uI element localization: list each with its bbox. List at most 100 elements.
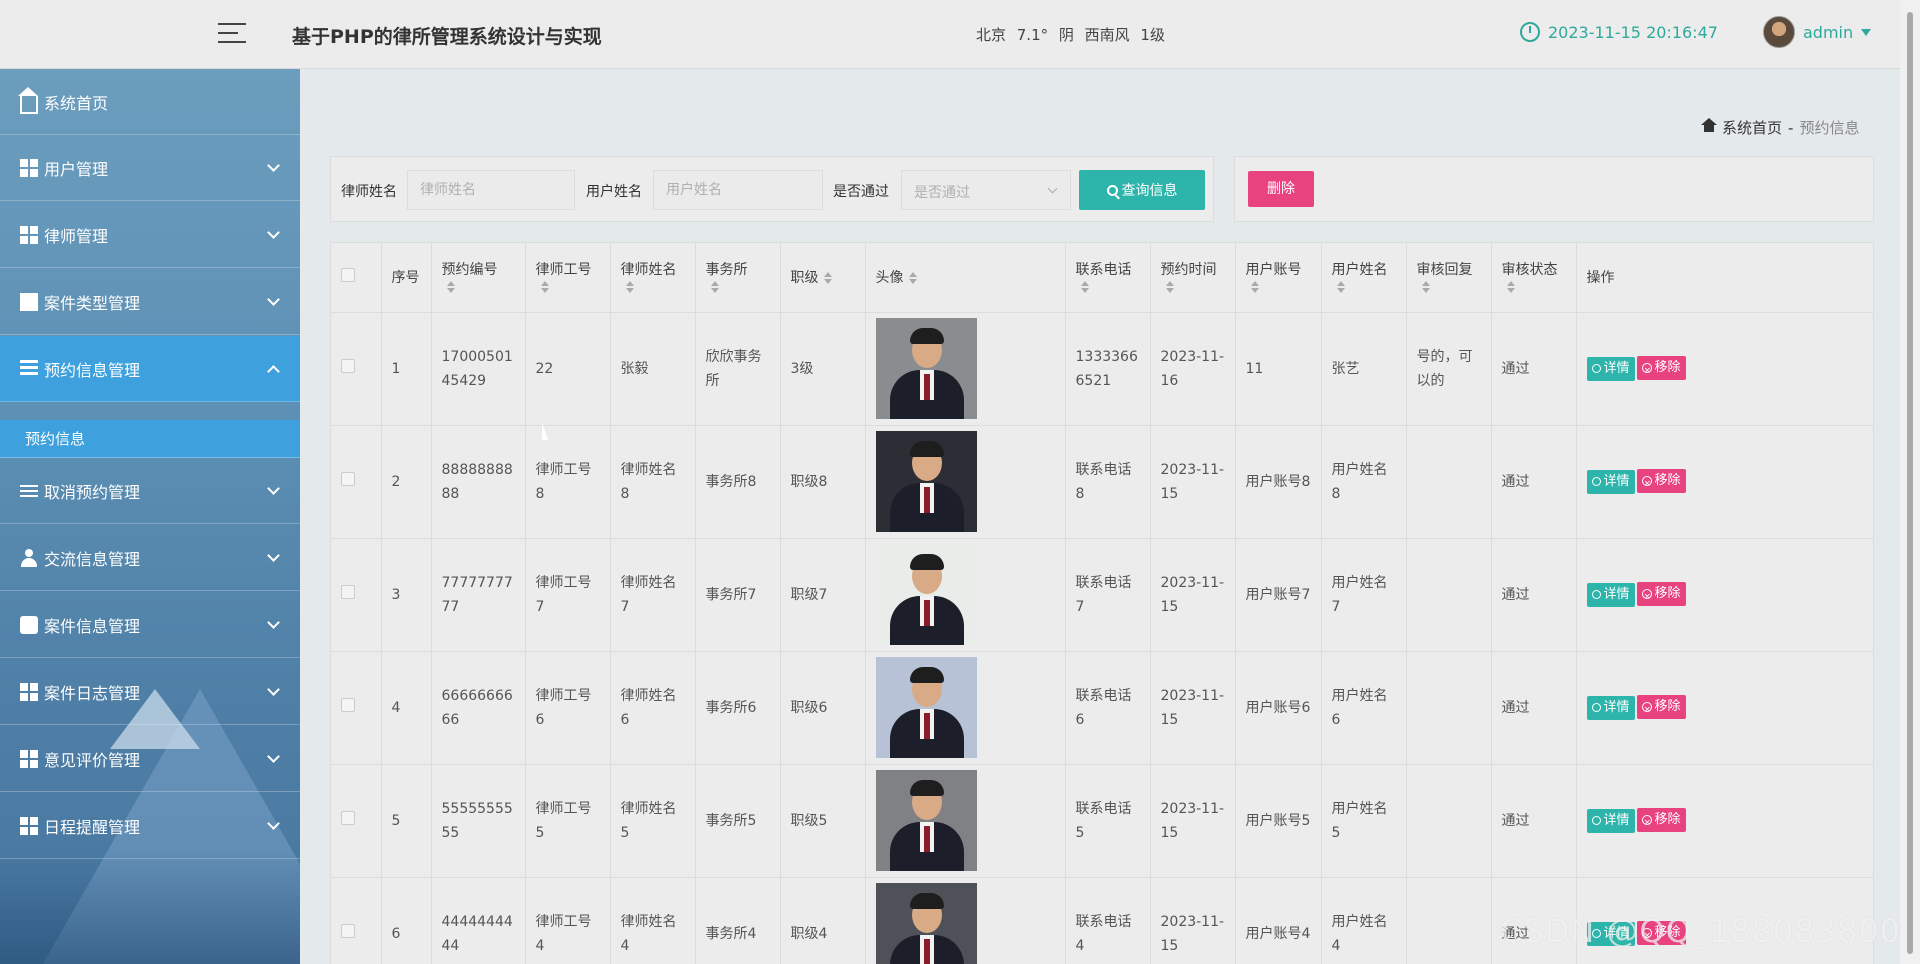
sidebar-item-user-management[interactable]: 用户管理 xyxy=(0,135,300,201)
caret-down-icon xyxy=(1861,28,1872,36)
sidebar-item-cancel-booking-management[interactable]: 取消预约管理 xyxy=(0,458,300,524)
cell-rank: 职级5 xyxy=(780,764,866,878)
cell-photo xyxy=(865,425,1066,539)
page-scrollbar[interactable] xyxy=(1900,0,1920,964)
column-header: 律师工号 xyxy=(525,243,611,313)
grid-icon xyxy=(20,225,38,244)
cell-photo xyxy=(865,312,1066,426)
remove-button-label: 移除 xyxy=(1654,699,1681,714)
grid-icon xyxy=(20,816,38,835)
sidebar-item-lawyer-management[interactable]: 律师管理 xyxy=(0,202,300,268)
sort-icon[interactable] xyxy=(1165,281,1175,294)
sort-icon[interactable] xyxy=(625,281,635,294)
row-checkbox[interactable] xyxy=(341,471,355,486)
sidebar-item-label: 案件日志管理 xyxy=(44,683,141,703)
cell-status: 通过 xyxy=(1491,651,1577,765)
cell-user-name: 用户姓名4 xyxy=(1321,877,1407,964)
column-header: 操作 xyxy=(1576,243,1873,313)
row-checkbox[interactable] xyxy=(341,358,355,373)
row-checkbox[interactable] xyxy=(341,584,355,599)
cell-index: 3 xyxy=(381,538,432,652)
chevron-down-icon xyxy=(267,750,280,763)
sidebar-item-case-type-management[interactable]: 案件类型管理 xyxy=(0,269,300,335)
sidebar-item-booking-management[interactable]: 预约信息管理 xyxy=(0,336,300,402)
cell-firm: 事务所6 xyxy=(695,651,781,765)
cell-user-name: 用户姓名5 xyxy=(1321,764,1407,878)
user-icon xyxy=(20,548,38,567)
user-name-input[interactable] xyxy=(653,170,823,210)
remove-button[interactable]: 移除 xyxy=(1636,356,1686,383)
remove-button[interactable]: 移除 xyxy=(1636,808,1686,835)
search-icon xyxy=(1106,184,1118,196)
column-header: 序号 xyxy=(381,243,432,313)
sort-icon[interactable] xyxy=(1421,281,1431,294)
approved-select-placeholder: 是否通过 xyxy=(914,185,970,201)
menu-toggle-icon[interactable] xyxy=(218,23,246,45)
user-menu[interactable]: admin xyxy=(1763,16,1872,48)
approved-select[interactable]: 是否通过 xyxy=(901,170,1071,210)
column-header: 审核状态 xyxy=(1491,243,1577,313)
sort-icon[interactable] xyxy=(1336,281,1346,294)
sidebar-item-case-log-management[interactable]: 案件日志管理 xyxy=(0,659,300,725)
sidebar-subitem-booking-info[interactable]: 预约信息 xyxy=(0,420,300,458)
cell-actions: 详情 移除 xyxy=(1576,651,1873,765)
sort-icon[interactable] xyxy=(1080,281,1090,294)
detail-button[interactable]: 详情 xyxy=(1586,808,1635,833)
select-all-checkbox[interactable] xyxy=(341,268,355,283)
sort-icon[interactable] xyxy=(1250,281,1260,294)
search-icon xyxy=(1591,477,1601,486)
sort-icon[interactable] xyxy=(823,272,833,285)
sidebar-item-label: 日程提醒管理 xyxy=(44,817,141,837)
delete-button[interactable]: 删除 xyxy=(1248,171,1314,207)
detail-button[interactable]: 详情 xyxy=(1586,582,1635,607)
chat-icon xyxy=(20,615,38,634)
sidebar-item-label: 案件信息管理 xyxy=(44,616,141,636)
cell-index: 1 xyxy=(381,312,432,426)
lawyer-name-input[interactable] xyxy=(407,170,575,210)
mouse-cursor xyxy=(542,422,548,440)
query-button[interactable]: 查询信息 xyxy=(1079,170,1205,210)
select-all-cell xyxy=(331,243,382,313)
detail-button[interactable]: 详情 xyxy=(1586,695,1635,720)
column-header: 预约编号 xyxy=(431,243,526,313)
column-header: 联系电话 xyxy=(1065,243,1151,313)
cell-actions: 详情 移除 xyxy=(1576,538,1873,652)
sidebar-item-feedback-management[interactable]: 意见评价管理 xyxy=(0,726,300,792)
sort-icon[interactable] xyxy=(908,272,918,285)
breadcrumb-home[interactable]: 系统首页 xyxy=(1722,117,1782,138)
cell-lawyer-name: 律师姓名4 xyxy=(610,877,696,964)
remove-button[interactable]: 移除 xyxy=(1636,582,1686,609)
row-select-cell xyxy=(331,312,382,426)
sidebar-item-communication-management[interactable]: 交流信息管理 xyxy=(0,525,300,591)
chevron-down-icon xyxy=(267,226,280,239)
scrollbar-thumb[interactable] xyxy=(1907,12,1913,954)
row-checkbox[interactable] xyxy=(341,697,355,712)
lawyer-name-label: 律师姓名 xyxy=(341,184,397,200)
remove-button[interactable]: 移除 xyxy=(1636,469,1686,496)
row-checkbox[interactable] xyxy=(341,810,355,825)
detail-button[interactable]: 详情 xyxy=(1586,469,1635,494)
table-row: 2 8888888888 律师工号8 律师姓名8 事务所8 职级8 联系电话8 2023-11… xyxy=(331,425,1873,539)
datetime-text: 2023-11-15 20:16:47 xyxy=(1548,22,1718,42)
chevron-down-icon xyxy=(1047,183,1058,194)
chevron-down-icon xyxy=(267,549,280,562)
sidebar-item-schedule-management[interactable]: 日程提醒管理 xyxy=(0,793,300,859)
sidebar-item-home[interactable]: 系统首页 xyxy=(0,69,300,135)
sort-icon[interactable] xyxy=(710,281,720,294)
sidebar-item-case-info-management[interactable]: 案件信息管理 xyxy=(0,592,300,658)
cell-phone: 联系电话6 xyxy=(1065,651,1151,765)
sidebar-item-label: 交流信息管理 xyxy=(44,549,141,569)
row-checkbox[interactable] xyxy=(341,923,355,938)
sort-icon[interactable] xyxy=(540,281,550,294)
cell-phone: 联系电话8 xyxy=(1065,425,1151,539)
detail-button[interactable]: 详情 xyxy=(1586,356,1635,381)
cell-actions: 详情 移除 xyxy=(1576,764,1873,878)
sort-icon[interactable] xyxy=(446,281,456,294)
home-icon xyxy=(1701,117,1717,134)
cell-photo xyxy=(865,651,1066,765)
table-row: 3 7777777777 律师工号7 律师姓名7 事务所7 职级7 联系电话7 2023-11… xyxy=(331,538,1873,652)
sort-icon[interactable] xyxy=(1506,281,1516,294)
cell-reply xyxy=(1406,538,1492,652)
grid-icon xyxy=(20,158,38,177)
remove-button[interactable]: 移除 xyxy=(1636,695,1686,722)
